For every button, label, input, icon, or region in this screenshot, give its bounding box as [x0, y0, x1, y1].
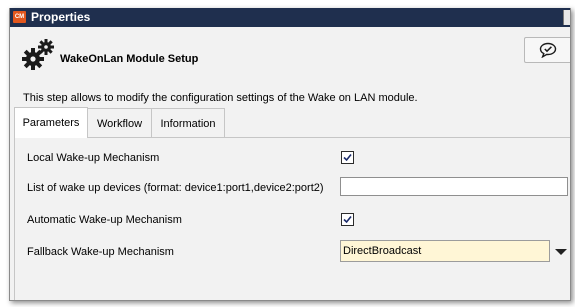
tab-parameters[interactable]: Parameters [14, 107, 88, 138]
fallback-label: Fallback Wake-up Mechanism [27, 246, 174, 258]
gears-icon [22, 39, 54, 70]
tab-bar: Parameters Workflow Information [14, 107, 570, 138]
checkmark-icon [343, 216, 352, 224]
window-control-button[interactable] [563, 10, 570, 25]
parameters-panel: Local Wake-up Mechanism List of wake up … [14, 137, 570, 300]
title-bar[interactable]: CM Properties [10, 8, 570, 27]
local-wakeup-checkbox[interactable] [341, 151, 354, 164]
tab-information[interactable]: Information [151, 108, 225, 138]
auto-wakeup-label: Automatic Wake-up Mechanism [27, 214, 182, 226]
window-title: Properties [31, 10, 91, 24]
step-header: WakeOnLan Module Setup This step allows … [10, 27, 570, 111]
step-description: This step allows to modify the configura… [23, 92, 418, 104]
auto-wakeup-checkbox[interactable] [341, 213, 354, 226]
device-list-label: List of wake up devices (format: device1… [27, 182, 324, 194]
app-icon: CM [13, 11, 26, 23]
chevron-down-icon[interactable] [552, 240, 570, 262]
fallback-select[interactable]: DirectBroadcast [340, 240, 550, 262]
feedback-button[interactable] [524, 37, 570, 63]
checkmark-icon [343, 154, 352, 162]
module-title: WakeOnLan Module Setup [60, 53, 199, 65]
local-wakeup-label: Local Wake-up Mechanism [27, 152, 160, 164]
chat-check-icon [539, 42, 557, 58]
properties-window: CM Properties WakeOnLan Module Setup Thi… [9, 8, 571, 301]
device-list-input[interactable] [340, 177, 568, 196]
tab-workflow[interactable]: Workflow [87, 108, 152, 138]
